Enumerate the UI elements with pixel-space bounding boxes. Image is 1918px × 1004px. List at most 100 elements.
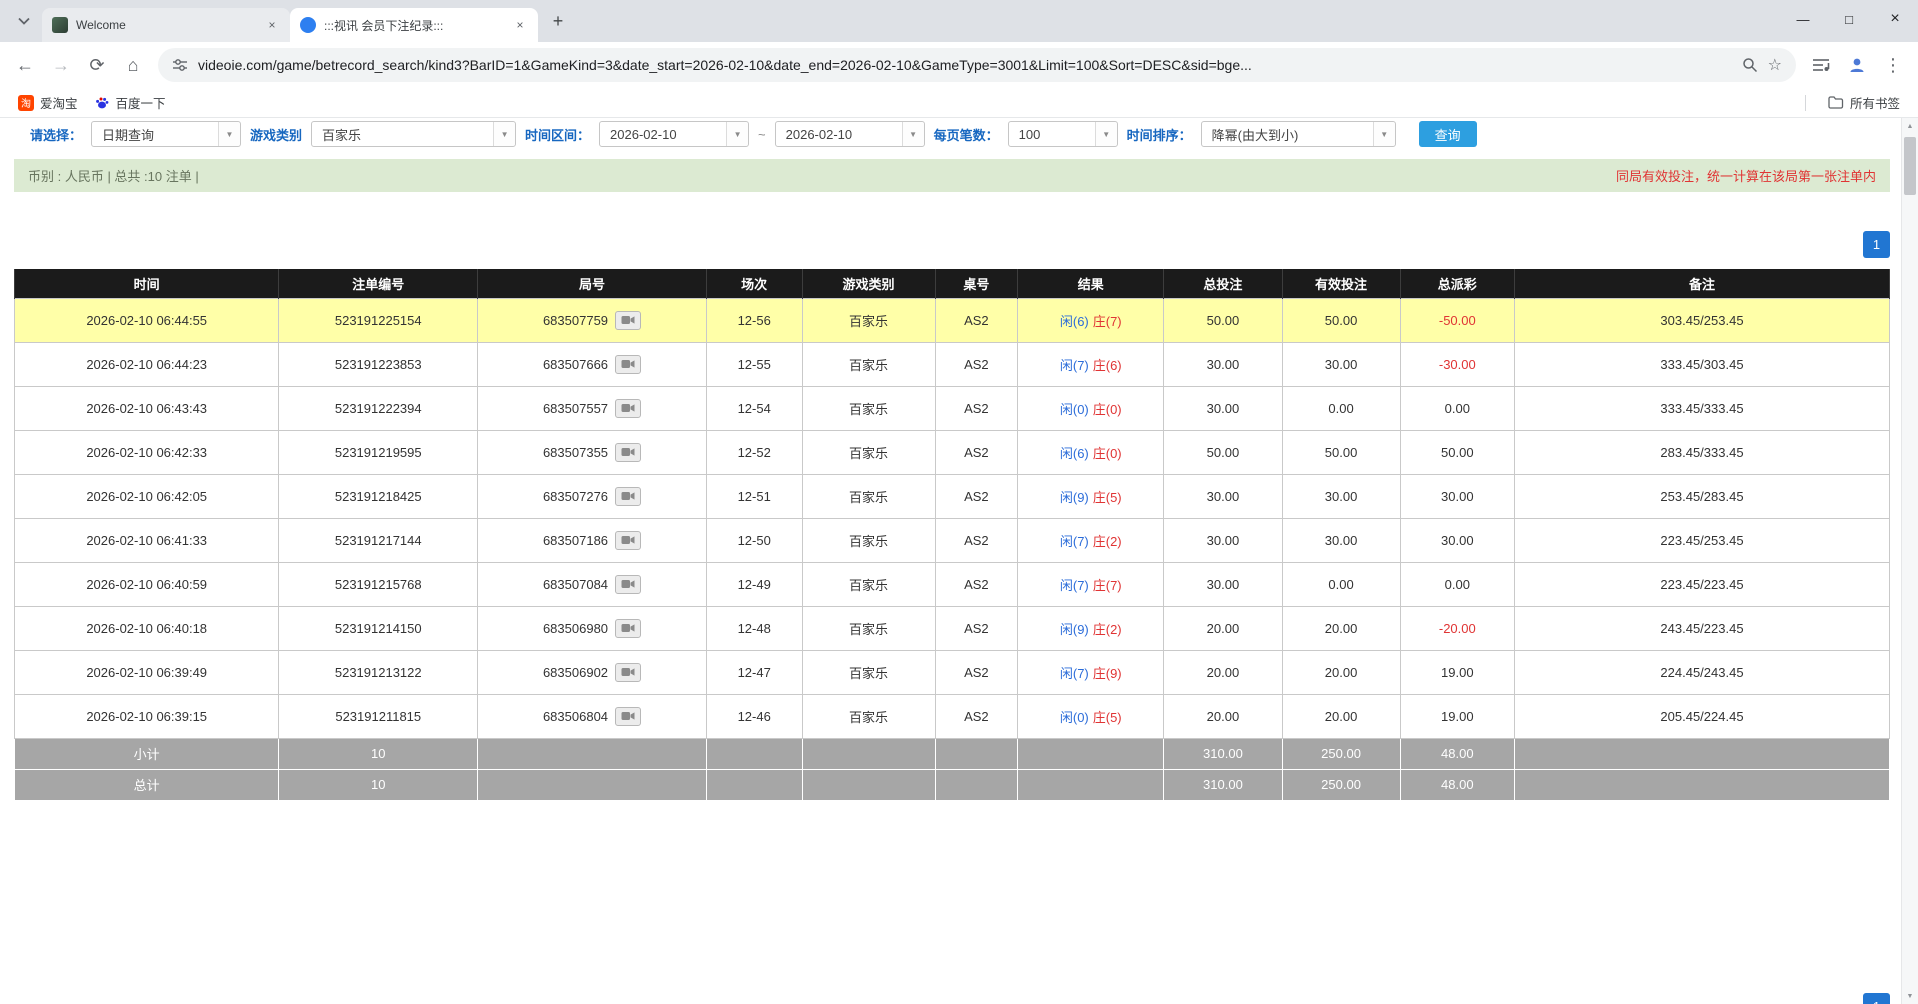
cell-time: 2026-02-10 06:41:33 [15, 518, 279, 562]
new-tab-button[interactable]: + [544, 7, 572, 35]
close-button[interactable]: × [1872, 4, 1918, 34]
media-controls-icon[interactable] [1804, 48, 1838, 82]
zoom-icon[interactable] [1742, 57, 1758, 73]
round-id-text: 683507355 [543, 445, 608, 460]
result-banker: 庄(7) [1093, 314, 1122, 329]
cell-total-bet[interactable]: 20.00 [1164, 606, 1282, 650]
bookmark-star-icon[interactable]: ☆ [1768, 55, 1782, 75]
sort-label: 时间排序： [1127, 125, 1192, 144]
cell-table-no: AS2 [935, 474, 1018, 518]
result-banker: 庄(2) [1093, 622, 1122, 637]
cell-total-bet[interactable]: 30.00 [1164, 518, 1282, 562]
date-end-input[interactable]: 2026-02-10 ▼ [775, 121, 925, 147]
query-button[interactable]: 查询 [1419, 121, 1477, 147]
scroll-up-arrow[interactable]: ▲ [1902, 118, 1918, 134]
cell-session: 12-48 [706, 606, 802, 650]
col-payout: 总派彩 [1400, 269, 1514, 298]
table-row: 2026-02-10 06:44:55 523191225154 6835077… [15, 298, 1890, 342]
round-id-text: 683507084 [543, 577, 608, 592]
cell-valid-bet: 30.00 [1282, 342, 1400, 386]
cell-total-bet[interactable]: 50.00 [1164, 430, 1282, 474]
table-header-row: 时间 注单编号 局号 场次 游戏类别 桌号 结果 总投注 有效投注 总派彩 备注 [15, 269, 1890, 298]
round-id-text: 683507276 [543, 489, 608, 504]
result-player: 闲(9) [1060, 490, 1089, 505]
replay-video-icon[interactable] [615, 487, 641, 506]
dropdown-arrow-icon: ▼ [493, 122, 515, 146]
game-type-value: 百家乐 [312, 125, 493, 144]
cell-valid-bet: 30.00 [1282, 474, 1400, 518]
result-banker: 庄(6) [1093, 358, 1122, 373]
subtotal-row: 小计 10 310.00 250.00 48.00 [15, 738, 1890, 769]
cell-valid-bet: 20.00 [1282, 650, 1400, 694]
bookmark-aitaobao[interactable]: 淘 爱淘宝 [10, 90, 86, 115]
cell-table-no: AS2 [935, 298, 1018, 342]
replay-video-icon[interactable] [615, 707, 641, 726]
cell-remark: 223.45/253.45 [1515, 518, 1890, 562]
profile-avatar[interactable] [1840, 48, 1874, 82]
home-button[interactable]: ⌂ [116, 48, 150, 82]
site-info-icon[interactable] [172, 57, 188, 73]
page-1-button-bottom[interactable]: 1 [1863, 993, 1890, 1004]
date-start-input[interactable]: 2026-02-10 ▼ [599, 121, 749, 147]
cell-remark: 243.45/223.45 [1515, 606, 1890, 650]
forward-button[interactable]: → [44, 48, 78, 82]
cell-round-id: 683506980 [478, 606, 707, 650]
replay-video-icon[interactable] [615, 575, 641, 594]
cell-total-bet[interactable]: 30.00 [1164, 386, 1282, 430]
round-id-text: 683506804 [543, 709, 608, 724]
browser-menu-icon[interactable]: ⋮ [1876, 48, 1910, 82]
game-type-select[interactable]: 百家乐 ▼ [311, 121, 516, 147]
cell-game-type: 百家乐 [802, 474, 935, 518]
total-row: 总计 10 310.00 250.00 48.00 [15, 769, 1890, 800]
sort-value: 降幂(由大到小) [1202, 125, 1373, 144]
page-1-button[interactable]: 1 [1863, 231, 1890, 258]
subtotal-count: 10 [279, 738, 478, 769]
scroll-down-arrow[interactable]: ▼ [1902, 988, 1918, 1004]
cell-total-bet[interactable]: 30.00 [1164, 562, 1282, 606]
replay-video-icon[interactable] [615, 399, 641, 418]
cell-remark: 333.45/333.45 [1515, 386, 1890, 430]
all-bookmarks-button[interactable]: 所有书签 [1820, 90, 1908, 115]
cell-total-bet[interactable]: 20.00 [1164, 694, 1282, 738]
cell-game-type: 百家乐 [802, 694, 935, 738]
dropdown-arrow-icon: ▼ [1095, 122, 1117, 146]
cell-result: 闲(7)庄(9) [1018, 650, 1164, 694]
tab-welcome[interactable]: Welcome × [42, 8, 290, 42]
cell-total-bet[interactable]: 30.00 [1164, 342, 1282, 386]
replay-video-icon[interactable] [615, 663, 641, 682]
sort-select[interactable]: 降幂(由大到小) ▼ [1201, 121, 1396, 147]
table-body: 2026-02-10 06:44:55 523191225154 6835077… [15, 298, 1890, 738]
scrollbar-thumb[interactable] [1904, 137, 1916, 195]
cell-remark: 253.45/283.45 [1515, 474, 1890, 518]
taobao-icon: 淘 [18, 95, 34, 111]
cell-table-no: AS2 [935, 342, 1018, 386]
cell-total-bet[interactable]: 50.00 [1164, 298, 1282, 342]
cell-time: 2026-02-10 06:40:18 [15, 606, 279, 650]
cell-total-bet[interactable]: 20.00 [1164, 650, 1282, 694]
tab-close-icon[interactable]: × [264, 17, 280, 33]
minimize-button[interactable]: — [1780, 4, 1826, 34]
address-bar[interactable]: videoie.com/game/betrecord_search/kind3?… [158, 48, 1796, 82]
replay-video-icon[interactable] [615, 619, 641, 638]
bookmark-baidu[interactable]: 百度一下 [86, 90, 174, 115]
total-count: 10 [279, 769, 478, 800]
back-button[interactable]: ← [8, 48, 42, 82]
maximize-button[interactable]: □ [1826, 4, 1872, 34]
cell-game-type: 百家乐 [802, 562, 935, 606]
tab-bet-record[interactable]: :::视讯 会员下注纪录::: × [290, 8, 538, 42]
select-label: 请选择： [30, 125, 82, 144]
table-row: 2026-02-10 06:40:59 523191215768 6835070… [15, 562, 1890, 606]
tab-close-icon[interactable]: × [512, 17, 528, 33]
replay-video-icon[interactable] [615, 355, 641, 374]
reload-button[interactable]: ⟳ [80, 48, 114, 82]
subtotal-valid-bet: 250.00 [1282, 738, 1400, 769]
query-type-select[interactable]: 日期查询 ▼ [91, 121, 241, 147]
tab-search-button[interactable] [10, 7, 38, 35]
cell-total-bet[interactable]: 30.00 [1164, 474, 1282, 518]
replay-video-icon[interactable] [615, 311, 641, 330]
replay-video-icon[interactable] [615, 443, 641, 462]
per-page-select[interactable]: 100 ▼ [1008, 121, 1118, 147]
replay-video-icon[interactable] [615, 531, 641, 550]
page-scrollbar[interactable]: ▲ ▼ [1901, 118, 1918, 1004]
cell-valid-bet: 0.00 [1282, 562, 1400, 606]
